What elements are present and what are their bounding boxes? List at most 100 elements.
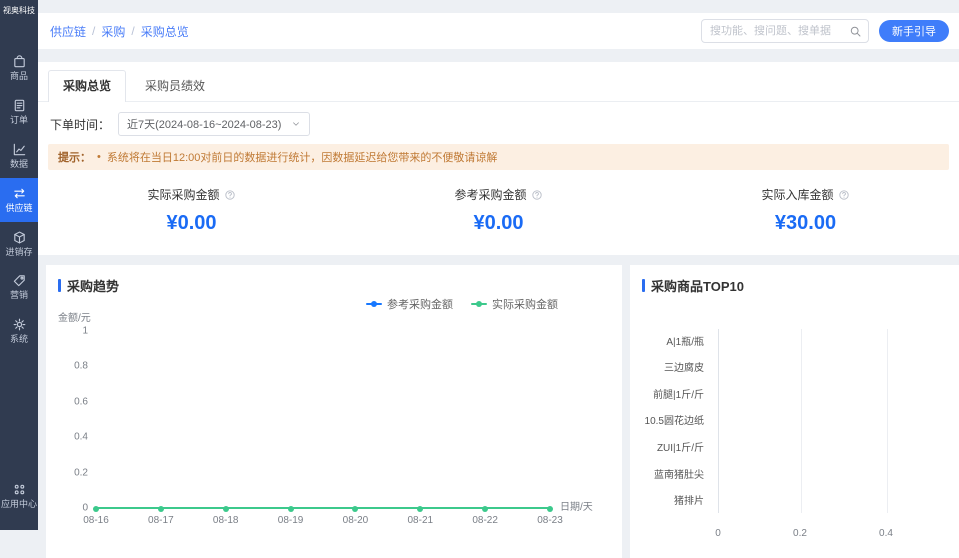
sidebar-item-system[interactable]: 系统: [0, 309, 38, 353]
cube-icon: [12, 230, 27, 245]
breadcrumb-purchase[interactable]: 采购: [101, 23, 125, 40]
guide-button[interactable]: 新手引导: [879, 20, 949, 42]
date-range-select[interactable]: 近7天(2024-08-16~2024-08-23): [118, 112, 310, 136]
sidebar-item-goods[interactable]: 商品: [0, 46, 38, 90]
tab-strip: 采购总览 采购员绩效: [38, 62, 959, 102]
chart-panels: 采购趋势 参考采购金额 实际采购金额 金额/元 日期/天 1: [46, 265, 959, 558]
sidebar-item-label: 系统: [10, 335, 28, 345]
legend-reference-amount[interactable]: 参考采购金额: [366, 296, 453, 312]
y-axis-label: 金额/元: [58, 309, 91, 324]
breadcrumb-supply-chain[interactable]: 供应链: [50, 23, 86, 40]
bar-category: A|1瓶/瓶: [630, 333, 712, 348]
sidebar-item-data[interactable]: 数据: [0, 134, 38, 178]
tab-buyer-performance[interactable]: 采购员绩效: [130, 70, 220, 101]
help-icon[interactable]: [224, 189, 236, 201]
breadcrumb-separator: /: [131, 24, 134, 38]
box-icon: [12, 54, 27, 69]
notice-bullet: •: [97, 151, 101, 163]
bar-category: 猪排片: [630, 492, 712, 507]
notice-text: 系统将在当日12:00对前日的数据进行统计，因数据延迟给您带来的不便敬请谅解: [107, 149, 498, 165]
notice-bar: 提示： • 系统将在当日12:00对前日的数据进行统计，因数据延迟给您带来的不便…: [48, 144, 949, 170]
breadcrumb-purchase-overview[interactable]: 采购总览: [141, 23, 189, 40]
title-accent-bar: [58, 279, 61, 292]
x-tick: 08-20: [343, 515, 369, 526]
sidebar-item-label: 应用中心: [1, 500, 37, 510]
bar-category: 三边腐皮: [630, 359, 712, 374]
chevron-down-icon: [291, 119, 301, 129]
bar-plot-area: [718, 329, 959, 513]
sidebar-item-label: 供应链: [5, 204, 32, 214]
stat-value: ¥0.00: [473, 212, 523, 235]
help-icon[interactable]: [838, 189, 850, 201]
data-point: [158, 506, 164, 512]
legend-marker-blue: [366, 303, 382, 305]
sidebar-item-label: 订单: [10, 116, 28, 126]
sidebar-item-marketing[interactable]: 营销: [0, 265, 38, 309]
tab-purchase-overview[interactable]: 采购总览: [48, 70, 126, 102]
notice-prefix: 提示：: [58, 149, 91, 165]
transfer-arrows-icon: [12, 186, 27, 201]
purchase-trend-panel: 采购趋势 参考采购金额 实际采购金额 金额/元 日期/天 1: [46, 265, 622, 558]
bar-category: ZUI|1斤/斤: [630, 439, 712, 454]
x-tick: 08-18: [213, 515, 239, 526]
sidebar-item-label: 数据: [10, 160, 28, 170]
trend-line-chart: 金额/元 日期/天 1 0.8 0.6 0.4 0.2 0: [96, 331, 550, 509]
overview-card: 采购总览 采购员绩效 下单时间： 近7天(2024-08-16~2024-08-…: [38, 62, 959, 255]
x-tick: 0.2: [793, 528, 807, 539]
date-range-value: 近7天(2024-08-16~2024-08-23): [127, 116, 281, 132]
sidebar-item-label: 商品: [10, 72, 28, 82]
legend-marker-green: [471, 303, 487, 305]
brand-logo: 视奥科技: [0, 0, 38, 16]
y-tick: 0: [82, 503, 88, 514]
apps-grid-icon: [12, 482, 27, 497]
data-point: [93, 506, 99, 512]
y-tick: 0.8: [74, 361, 88, 372]
x-tick: 08-23: [537, 515, 563, 526]
sidebar: 视奥科技 商品 订单 数据 供应链 进销存: [0, 0, 38, 530]
help-icon[interactable]: [531, 189, 543, 201]
gridline: [801, 329, 802, 513]
legend-label: 参考采购金额: [387, 296, 453, 312]
stat-value: ¥30.00: [775, 212, 836, 235]
search-icon[interactable]: [849, 25, 868, 38]
sidebar-item-inventory[interactable]: 进销存: [0, 222, 38, 266]
x-tick: 08-21: [407, 515, 433, 526]
bar-category: 前腿|1斤/斤: [630, 386, 712, 401]
data-point: [288, 506, 294, 512]
top-bar: 供应链 / 采购 / 采购总览 新手引导: [38, 13, 959, 49]
sidebar-item-app-center[interactable]: 应用中心: [0, 474, 38, 518]
x-tick: 08-22: [472, 515, 498, 526]
y-tick: 0.2: [74, 467, 88, 478]
x-axis-label: 日期/天: [560, 498, 593, 513]
top10-bar-chart: A|1瓶/瓶 三边腐皮 前腿|1斤/斤 10.5圆花边纸 ZUI|1斤/斤 蓝南…: [630, 325, 959, 541]
stat-label: 实际入库金额: [761, 186, 849, 203]
stat-reference-purchase-amount: 参考采购金额 ¥0.00: [345, 186, 652, 235]
panel-title: 采购商品TOP10: [630, 265, 959, 295]
panel-title: 采购趋势: [46, 265, 622, 295]
sidebar-item-orders[interactable]: 订单: [0, 90, 38, 134]
y-tick: 0.6: [74, 396, 88, 407]
data-point: [352, 506, 358, 512]
stat-label: 实际采购金额: [147, 186, 235, 203]
legend-actual-amount[interactable]: 实际采购金额: [471, 296, 558, 312]
stat-actual-purchase-amount: 实际采购金额 ¥0.00: [38, 186, 345, 235]
data-point: [482, 506, 488, 512]
chart-legend: 参考采购金额 实际采购金额: [366, 296, 558, 312]
bar-category: 10.5圆花边纸: [630, 412, 712, 427]
breadcrumb-separator: /: [92, 24, 95, 38]
y-tick: 1: [82, 326, 88, 337]
bar-categories: A|1瓶/瓶 三边腐皮 前腿|1斤/斤 10.5圆花边纸 ZUI|1斤/斤 蓝南…: [630, 327, 712, 513]
search-input[interactable]: [702, 25, 849, 37]
search-box[interactable]: [701, 19, 869, 43]
document-icon: [12, 98, 27, 113]
data-point: [417, 506, 423, 512]
stat-value: ¥0.00: [166, 212, 216, 235]
breadcrumb: 供应链 / 采购 / 采购总览: [50, 23, 691, 40]
data-point: [223, 506, 229, 512]
sidebar-item-supply-chain[interactable]: 供应链: [0, 178, 38, 222]
gear-icon: [12, 317, 27, 332]
legend-label: 实际采购金额: [492, 296, 558, 312]
tag-icon: [12, 273, 27, 288]
x-tick: 08-16: [83, 515, 109, 526]
sidebar-item-label: 营销: [10, 291, 28, 301]
